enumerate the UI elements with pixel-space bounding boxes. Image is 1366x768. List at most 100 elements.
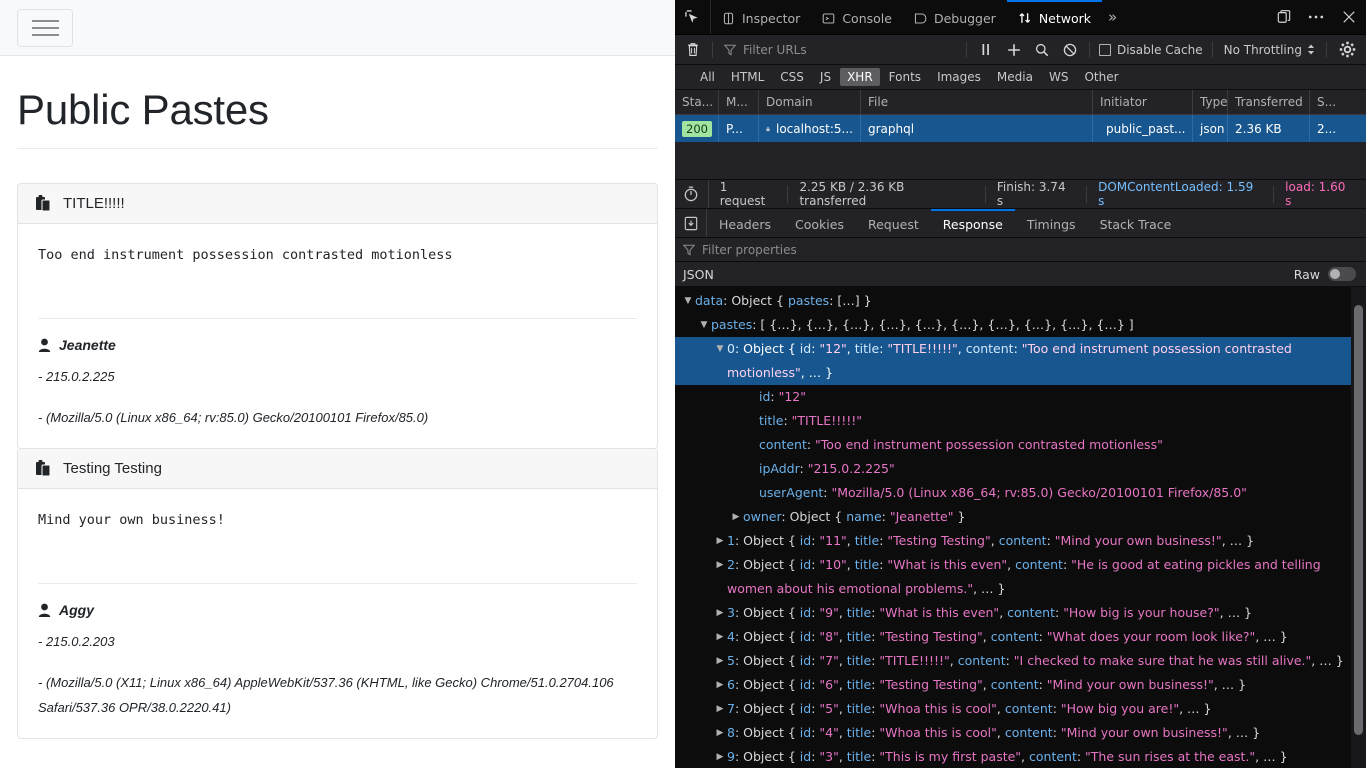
status-badge: 200 — [682, 121, 712, 137]
search-requests-button[interactable] — [1028, 38, 1056, 62]
twisty-closed-icon[interactable]: ▶ — [713, 673, 727, 697]
json-row[interactable]: title: "TITLE!!!!!" — [675, 409, 1366, 433]
plus-icon — [1007, 43, 1021, 57]
devtools-menu-button[interactable] — [1300, 0, 1332, 34]
json-row[interactable]: content: "Too end instrument possession … — [675, 433, 1366, 457]
column-header-domain[interactable]: Domain — [759, 90, 861, 114]
type-filter-js[interactable]: JS — [813, 68, 838, 86]
raw-toggle-group[interactable]: Raw — [1294, 267, 1356, 282]
column-header-transferred[interactable]: Transferred — [1228, 90, 1310, 114]
disable-cache-checkbox[interactable]: Disable Cache — [1095, 43, 1207, 57]
paste-card-header[interactable]: TITLE!!!!! — [18, 184, 657, 224]
screen-root: Public Pastes TITLE!!!!! Too end instrum… — [0, 0, 1366, 768]
json-scrollbar-thumb[interactable] — [1354, 305, 1363, 735]
json-row-text: 0: Object { id: "12", title: "TITLE!!!!!… — [727, 337, 1348, 385]
dock-toggle-button[interactable] — [1268, 0, 1300, 34]
more-tabs-chevron-icon[interactable]: » — [1102, 0, 1123, 34]
tab-stack-trace[interactable]: Stack Trace — [1088, 209, 1184, 237]
json-row[interactable]: ▶2: Object { id: "10", title: "What is t… — [675, 553, 1366, 601]
column-header-size[interactable]: S... — [1310, 90, 1350, 114]
json-row[interactable]: ▶6: Object { id: "6", title: "Testing Te… — [675, 673, 1366, 697]
type-filter-html[interactable]: HTML — [724, 68, 771, 86]
paste-author-name: Jeanette — [59, 337, 116, 353]
twisty-closed-icon[interactable]: ▶ — [713, 649, 727, 673]
twisty-open-icon[interactable]: ▼ — [681, 289, 695, 313]
tab-network[interactable]: Network — [1007, 0, 1102, 34]
json-row-text: 7: Object { id: "5", title: "Whoa this i… — [727, 697, 1348, 721]
json-scrollbar-track[interactable] — [1351, 287, 1366, 768]
paste-divider — [38, 318, 637, 319]
close-devtools-button[interactable] — [1332, 0, 1366, 34]
json-row[interactable]: id: "12" — [675, 385, 1366, 409]
twisty-closed-icon[interactable]: ▶ — [713, 529, 727, 553]
tab-timings[interactable]: Timings — [1015, 209, 1088, 237]
tab-response[interactable]: Response — [931, 209, 1015, 237]
type-filter-images[interactable]: Images — [930, 68, 988, 86]
type-filter-xhr[interactable]: XHR — [840, 68, 880, 86]
json-obj: , … } — [1214, 677, 1246, 692]
network-settings-button[interactable] — [1332, 38, 1362, 62]
throttling-select[interactable]: No Throttling — [1218, 43, 1321, 57]
type-filter-ws[interactable]: WS — [1042, 68, 1075, 86]
twisty-closed-icon[interactable]: ▶ — [713, 625, 727, 649]
json-row[interactable]: ▼data: Object { pastes: […] } — [675, 289, 1366, 313]
new-request-button[interactable] — [1000, 38, 1028, 62]
tab-cookies[interactable]: Cookies — [783, 209, 856, 237]
clear-requests-button[interactable] — [679, 38, 707, 62]
tab-headers[interactable]: Headers — [707, 209, 783, 237]
type-filter-css[interactable]: CSS — [773, 68, 811, 86]
pause-recording-button[interactable] — [972, 38, 1000, 62]
json-row[interactable]: ▶1: Object { id: "11", title: "Testing T… — [675, 529, 1366, 553]
json-row[interactable]: ▶9: Object { id: "3", title: "This is my… — [675, 745, 1366, 768]
json-row[interactable]: ▶owner: Object { name: "Jeanette" } — [675, 505, 1366, 529]
tab-console[interactable]: Console — [811, 0, 903, 34]
type-filter-media[interactable]: Media — [990, 68, 1040, 86]
json-row[interactable]: ▶7: Object { id: "5", title: "Whoa this … — [675, 697, 1366, 721]
json-row[interactable]: userAgent: "Mozilla/5.0 (Linux x86_64; r… — [675, 481, 1366, 505]
json-str: "8" — [819, 629, 838, 644]
type-filter-other[interactable]: Other — [1077, 68, 1125, 86]
column-header-file[interactable]: File — [861, 90, 1093, 114]
tab-network-label: Network — [1039, 11, 1091, 26]
network-summary-bar: 1 request 2.25 KB / 2.36 KB transferred … — [675, 180, 1366, 209]
column-header-method[interactable]: M... — [719, 90, 759, 114]
twisty-open-icon[interactable]: ▼ — [697, 313, 711, 337]
twisty-closed-icon[interactable]: ▶ — [713, 721, 727, 745]
request-blocking-button[interactable] — [1056, 38, 1084, 62]
type-filter-all[interactable]: All — [693, 68, 722, 86]
twisty-closed-icon[interactable]: ▶ — [713, 745, 727, 768]
cell-initiator: public_past... — [1093, 115, 1193, 142]
json-row[interactable]: ▼0: Object { id: "12", title: "TITLE!!!!… — [675, 337, 1366, 385]
tab-inspector[interactable]: Inspector — [711, 0, 811, 34]
twisty-closed-icon[interactable]: ▶ — [713, 553, 727, 577]
paste-content: Mind your own business! — [38, 511, 637, 531]
twisty-open-icon[interactable]: ▼ — [713, 337, 727, 361]
tab-request[interactable]: Request — [856, 209, 931, 237]
json-tree-viewer[interactable]: ▼data: Object { pastes: […] }▼pastes: [ … — [675, 287, 1366, 768]
element-picker-button[interactable] — [675, 0, 711, 34]
json-punct: : — [1053, 725, 1061, 740]
raw-toggle-switch[interactable] — [1328, 267, 1356, 281]
json-row[interactable]: ▶8: Object { id: "4", title: "Whoa this … — [675, 721, 1366, 745]
json-row[interactable]: ▶4: Object { id: "8", title: "Testing Te… — [675, 625, 1366, 649]
json-row[interactable]: ▼pastes: [ {…}, {…}, {…}, {…}, {…}, {…},… — [675, 313, 1366, 337]
json-row[interactable]: ▶3: Object { id: "9", title: "What is th… — [675, 601, 1366, 625]
column-header-type[interactable]: Type — [1193, 90, 1228, 114]
details-collapse-button[interactable] — [675, 209, 707, 237]
paste-card-header[interactable]: Testing Testing — [18, 449, 657, 489]
tab-debugger[interactable]: Debugger — [903, 0, 1007, 34]
filter-urls-input[interactable]: Filter URLs — [718, 39, 961, 61]
twisty-closed-icon[interactable]: ▶ — [713, 697, 727, 721]
json-punct: : — [783, 413, 791, 428]
perf-analysis-button[interactable] — [675, 180, 709, 208]
table-row[interactable]: 200 P... localhost:5... graphql public_p… — [675, 115, 1366, 142]
twisty-closed-icon[interactable]: ▶ — [729, 505, 743, 529]
json-row[interactable]: ▶5: Object { id: "7", title: "TITLE!!!!!… — [675, 649, 1366, 673]
column-header-status[interactable]: Sta... — [675, 90, 719, 114]
filter-properties-input[interactable]: Filter properties — [675, 238, 1366, 262]
twisty-closed-icon[interactable]: ▶ — [713, 601, 727, 625]
navbar-toggle-button[interactable] — [17, 9, 73, 47]
type-filter-fonts[interactable]: Fonts — [882, 68, 928, 86]
json-row[interactable]: ipAddr: "215.0.2.225" — [675, 457, 1366, 481]
column-header-initiator[interactable]: Initiator — [1093, 90, 1193, 114]
